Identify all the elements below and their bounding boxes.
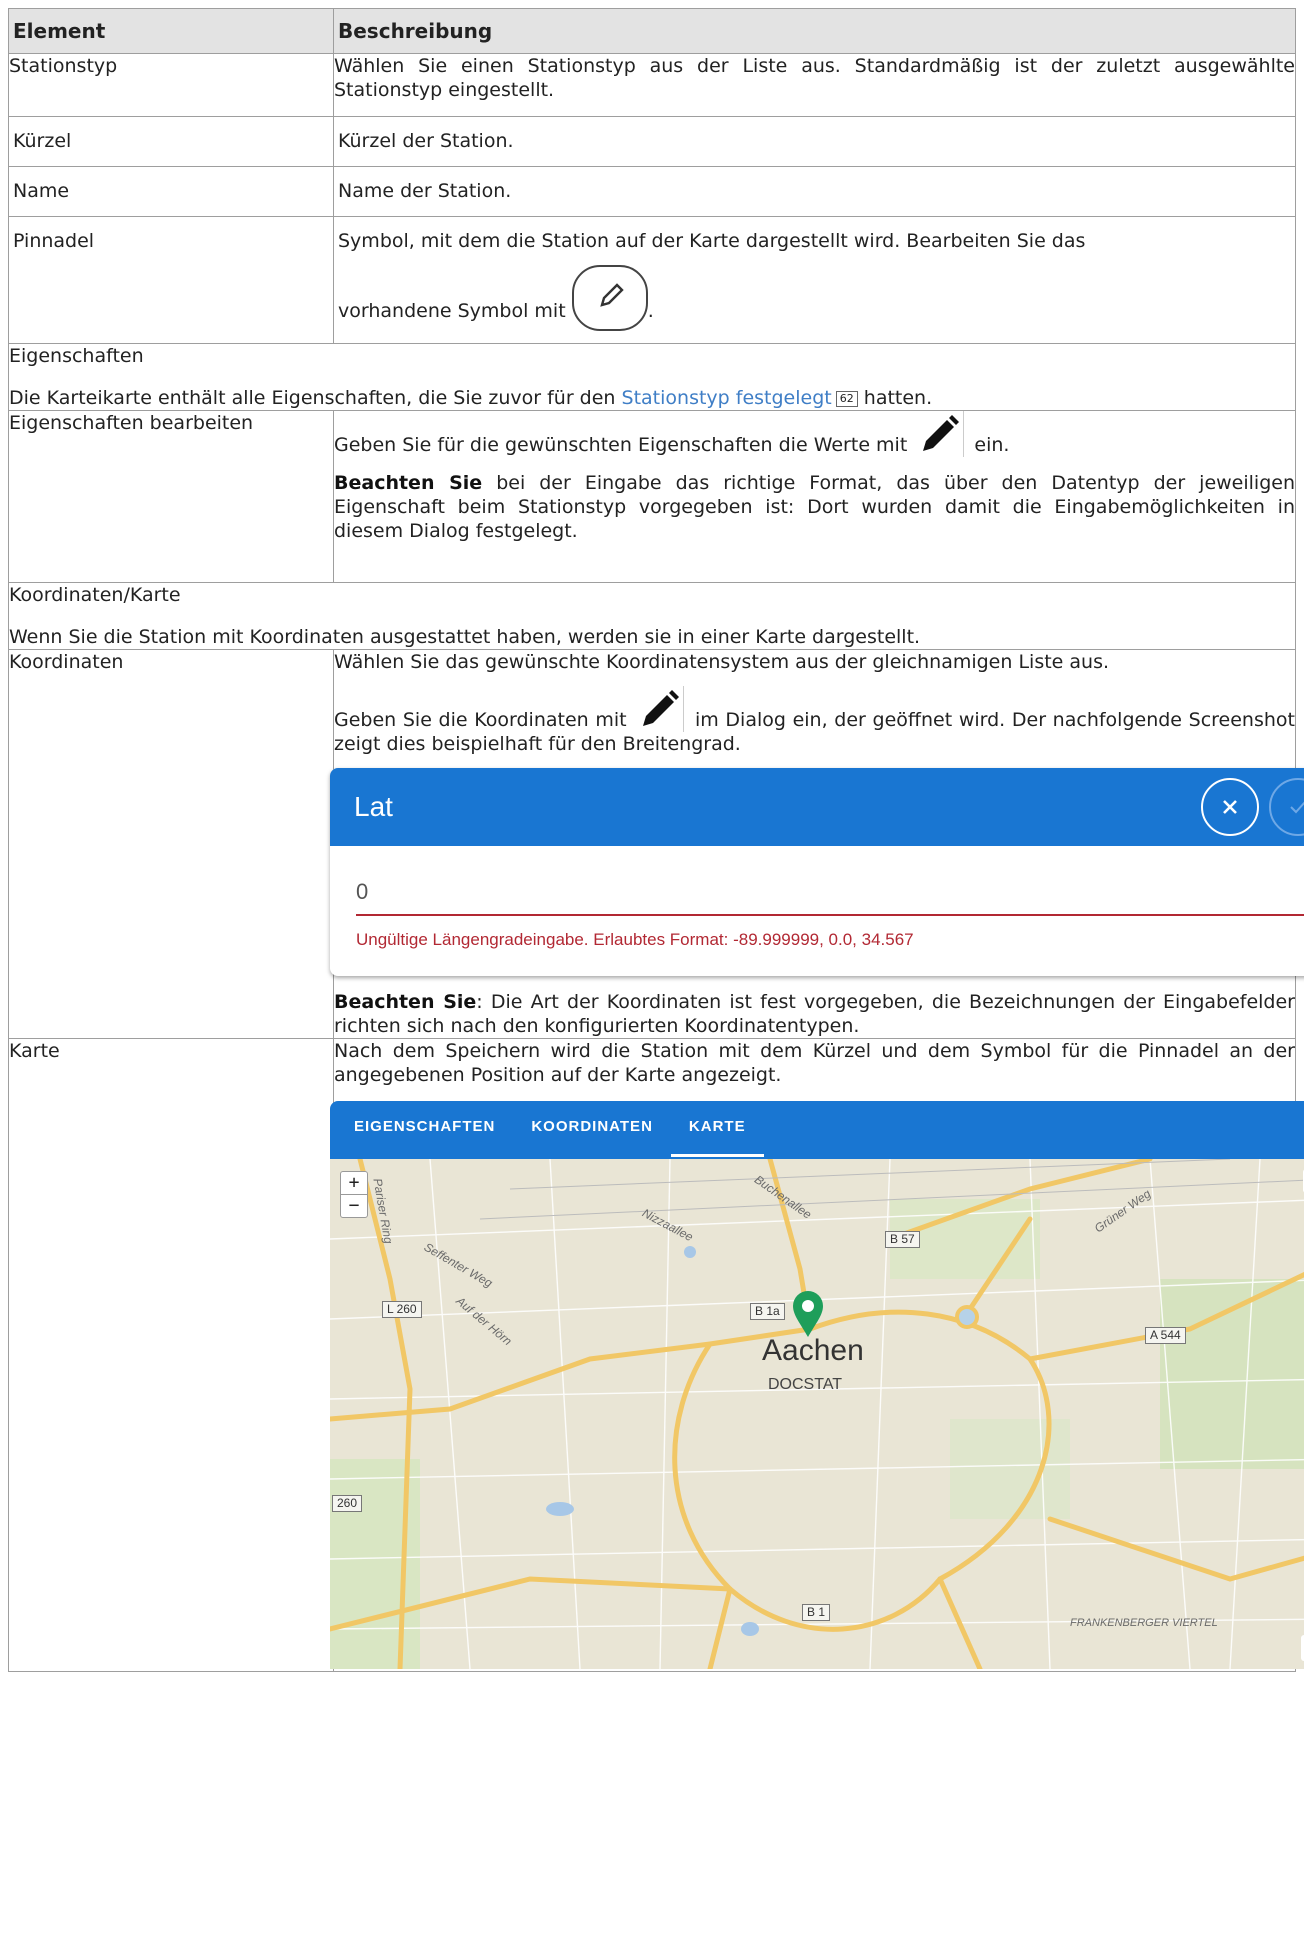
section-text: Wenn Sie die Station mit Koordinaten aus… <box>9 626 921 648</box>
document-page: Element Beschreibung Stationstyp Wählen … <box>0 0 1304 1937</box>
tab-bar: EIGENSCHAFTEN KOORDINATEN KARTE <box>330 1101 1304 1159</box>
stationstyp-link[interactable]: Stationstyp festgelegt <box>622 387 832 409</box>
close-icon <box>1223 800 1237 814</box>
text-before: Geben Sie für die gewünschten Eigenschaf… <box>334 434 908 456</box>
row-label: Karte <box>8 1038 334 1672</box>
table-row: Name Name der Station. <box>8 166 1296 217</box>
section-title: Eigenschaften <box>9 345 144 367</box>
dialog-title: Lat <box>354 791 393 822</box>
check-icon <box>1290 801 1304 814</box>
error-message: Ungültige Längengradeingabe. Erlaubtes F… <box>356 930 914 949</box>
tab-karte[interactable]: KARTE <box>670 1101 764 1159</box>
road-label: 260 <box>332 1495 363 1512</box>
road-label: B 57 <box>885 1231 920 1248</box>
pinnadel-suffix: . <box>647 300 654 322</box>
row-description: Nach dem Speichern wird die Station mit … <box>330 1038 1304 1672</box>
station-label: DOCSTAT <box>768 1376 843 1393</box>
tab-koordinaten[interactable]: KOORDINATEN <box>513 1101 671 1159</box>
dialog-header: Lat <box>330 768 1304 846</box>
section-title: Koordinaten/Karte <box>9 584 181 606</box>
table-row: Karte Nach dem Speichern wird die Statio… <box>8 1038 1304 1672</box>
zoom-in-button[interactable]: + <box>341 1172 367 1194</box>
column-header-description: Beschreibung <box>333 8 1296 54</box>
city-label: Aachen <box>762 1334 864 1367</box>
row-description: Symbol, mit dem die Station auf der Kart… <box>333 216 1296 344</box>
row-description: Wählen Sie einen Stationstyp aus der Lis… <box>333 53 1296 117</box>
row-description: Wählen Sie das gewünschte Koordinatensys… <box>330 649 1304 1039</box>
dialog-body: 0 Ungültige Längengradeingabe. Erlaubtes… <box>330 846 1304 976</box>
section-text-before: Die Karteikarte enthält alle Eigenschaft… <box>9 387 616 409</box>
table-row: Kürzel Kürzel der Station. <box>8 116 1296 167</box>
table-row: Pinnadel Symbol, mit dem die Station auf… <box>8 216 1296 344</box>
pinnadel-text: Symbol, mit dem die Station auf der Kart… <box>338 230 1086 252</box>
section-cell: Koordinaten/Karte Wenn Sie die Station m… <box>8 582 1296 650</box>
section-text: Die Karteikarte enthält alle Eigenschaft… <box>9 386 1295 410</box>
section-row-koordinaten: Koordinaten/Karte Wenn Sie die Station m… <box>8 582 1296 650</box>
table-row: Stationstyp Wählen Sie einen Stationstyp… <box>8 53 1296 117</box>
edit-symbol-button[interactable] <box>571 265 648 331</box>
tab-eigenschaften[interactable]: EIGENSCHAFTEN <box>336 1101 513 1159</box>
section-text-after: hatten. <box>863 387 933 409</box>
row-label: Kürzel <box>8 116 334 167</box>
row-label: Stationstyp <box>8 53 334 117</box>
zoom-control: + − <box>340 1171 368 1218</box>
street-label: FRANKENBERGER VIERTEL <box>1070 1617 1218 1629</box>
text-before: Geben Sie die Koordinaten mit <box>334 709 627 731</box>
row-label: Name <box>8 166 334 217</box>
table-header-row: Element Beschreibung <box>8 8 1296 54</box>
row-label: Koordinaten <box>8 649 334 1039</box>
road-label: L 260 <box>382 1301 422 1318</box>
text: Wählen Sie das gewünschte Koordinatensys… <box>334 651 1110 673</box>
map-panel: EIGENSCHAFTEN KOORDINATEN KARTE + − B 57… <box>330 1101 1304 1669</box>
map-pin-icon[interactable] <box>790 1289 826 1339</box>
row-description: Name der Station. <box>333 166 1296 217</box>
confirm-button[interactable] <box>1269 778 1304 836</box>
row-description: Kürzel der Station. <box>333 116 1296 167</box>
road-label: B 1a <box>750 1303 785 1320</box>
table-row: Eigenschaften bearbeiten Geben Sie für d… <box>8 410 1296 583</box>
lat-input[interactable]: 0 <box>356 880 1304 916</box>
edit-icon <box>917 411 965 457</box>
row-description: Geben Sie für die gewünschten Eigenschaf… <box>333 410 1296 583</box>
map-background <box>330 1159 1304 1669</box>
column-header-element: Element <box>8 8 334 54</box>
description-table: Element Beschreibung Stationstyp Wählen … <box>8 8 1304 1672</box>
zoom-out-button[interactable]: − <box>341 1194 367 1217</box>
note-bold: Beachten Sie <box>334 472 483 494</box>
note-bold: Beachten Sie <box>334 991 477 1013</box>
page-reference[interactable]: 62 <box>835 391 858 407</box>
map-view[interactable]: + − B 57 B 1a L 260 A 544 260 B 1 Buchen… <box>330 1159 1304 1669</box>
cancel-button[interactable] <box>1201 778 1259 836</box>
pinnadel-text-end: vorhandene Symbol mit <box>338 300 566 322</box>
note-text: : Die Art der Koordinaten ist fest vorge… <box>334 991 1295 1037</box>
road-label: A 544 <box>1145 1327 1186 1344</box>
pencil-icon <box>599 283 624 307</box>
row-label: Pinnadel <box>8 216 334 344</box>
text: Nach dem Speichern wird die Station mit … <box>334 1040 1295 1086</box>
text-after: ein. <box>974 434 1010 456</box>
section-cell: Eigenschaften Die Karteikarte enthält al… <box>8 343 1296 411</box>
lat-dialog: Lat 0 Ungültige Längengradeingabe. Erlau… <box>330 768 1304 976</box>
table-row: Koordinaten Wählen Sie das gewünschte Ko… <box>8 649 1304 1039</box>
road-label: B 1 <box>802 1604 831 1621</box>
edit-icon <box>637 686 685 732</box>
row-label: Eigenschaften bearbeiten <box>8 410 334 583</box>
section-row-eigenschaften: Eigenschaften Die Karteikarte enthält al… <box>8 343 1296 411</box>
